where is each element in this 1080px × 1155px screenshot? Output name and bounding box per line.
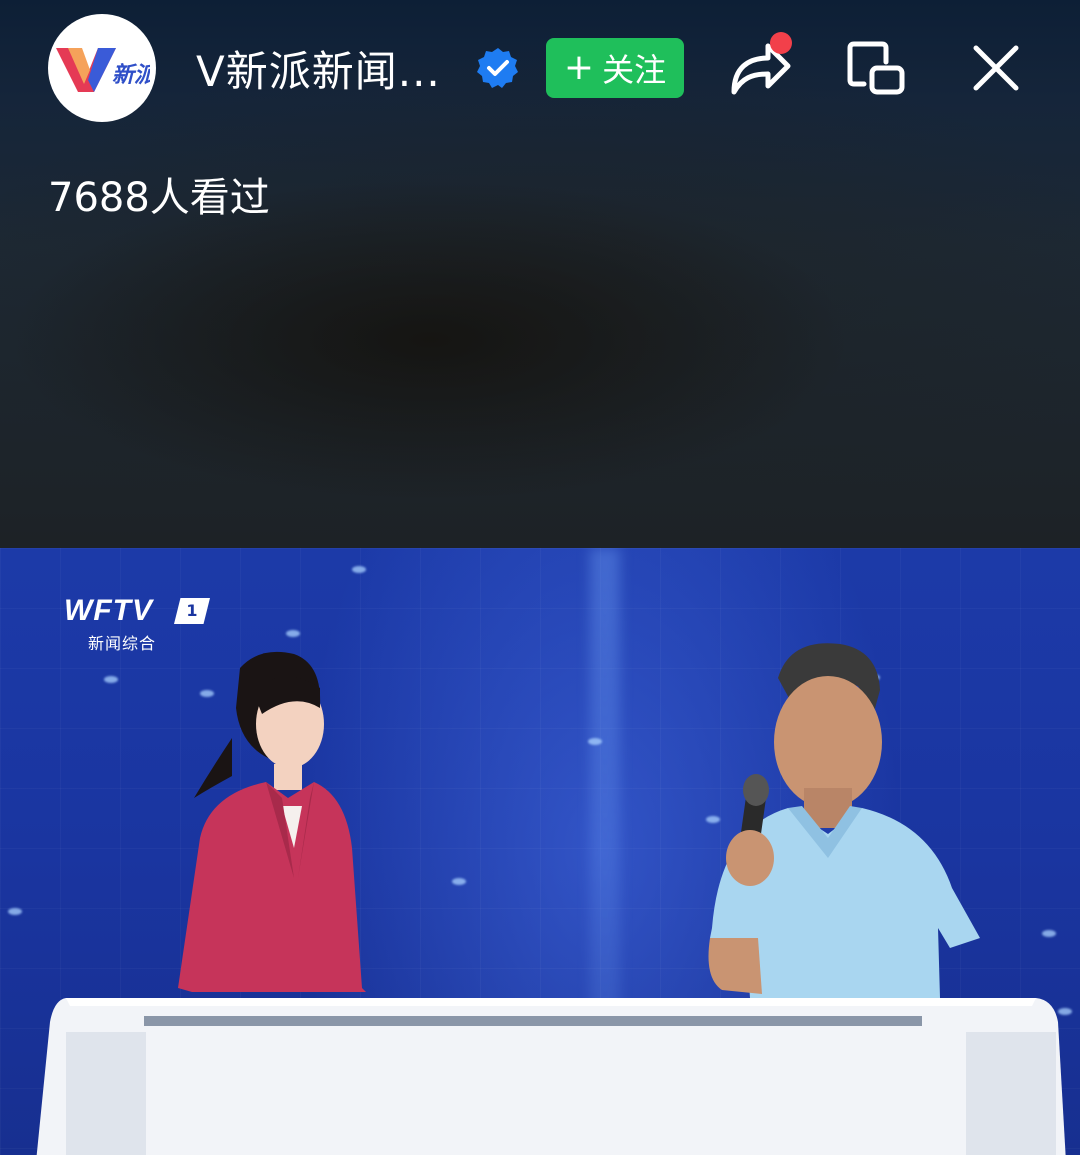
plus-icon: +	[563, 47, 595, 88]
channel-name[interactable]: V新派新闻...	[196, 38, 441, 99]
player-header: 新派 V新派新闻... + 关注	[0, 0, 1080, 140]
studio-light	[352, 566, 366, 573]
studio-light	[452, 878, 466, 885]
station-subtitle: 新闻综合	[88, 634, 157, 653]
views-count: 7688人看过	[48, 175, 270, 221]
follow-button[interactable]: + 关注	[546, 38, 684, 98]
station-logo-text: WFTV	[64, 594, 153, 627]
video-player[interactable]: WFTV 1 新闻综合	[0, 548, 1080, 1155]
studio-light	[1042, 930, 1056, 937]
verified-badge-icon	[477, 48, 518, 88]
studio-desk	[36, 998, 1066, 1155]
channel-avatar[interactable]: 新派	[48, 14, 156, 122]
station-channel-number: 1	[174, 598, 210, 624]
station-logo: WFTV 1 新闻综合	[64, 594, 214, 654]
close-icon[interactable]	[970, 42, 1022, 94]
v-xinpai-logo-icon: 新派	[56, 48, 150, 92]
follow-label: 关注	[602, 51, 667, 89]
studio-light	[104, 676, 118, 683]
notification-dot	[770, 32, 792, 54]
studio-light	[8, 908, 22, 915]
picture-in-picture-icon[interactable]	[846, 40, 906, 96]
studio-light	[286, 630, 300, 637]
studio-light	[588, 738, 602, 745]
avatar-logo-text: 新派	[112, 62, 150, 88]
